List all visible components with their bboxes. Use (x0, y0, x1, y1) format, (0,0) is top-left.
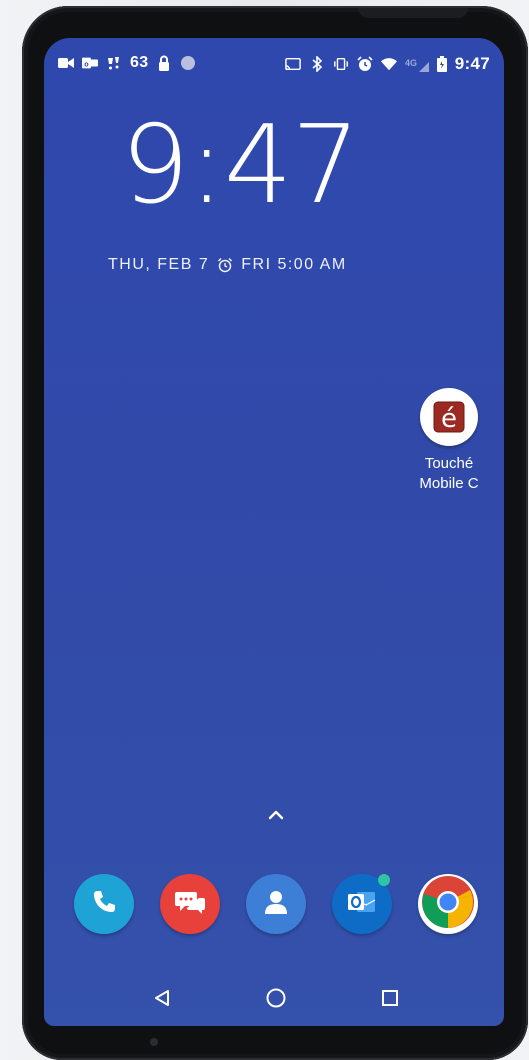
home-button[interactable] (264, 986, 288, 1010)
video-icon (58, 55, 74, 71)
vibrate-icon (333, 56, 349, 72)
outlook-notification-icon: o (82, 55, 98, 71)
alarm-clock-icon (217, 257, 233, 273)
notification-badge-icon (378, 874, 390, 886)
app-drawer-caret-icon[interactable] (266, 808, 286, 822)
outlook-icon (345, 886, 379, 923)
temperature-text: 63 (130, 54, 149, 71)
phone-app-button[interactable] (74, 874, 134, 934)
contacts-app-button[interactable] (246, 874, 306, 934)
phone-icon (88, 886, 120, 923)
battery-icon (436, 56, 447, 72)
navigation-bar (44, 978, 504, 1018)
phone-frame: o 63 4G 9:47 9:47 THU, FEB 7 FRI 5:00 AM… (22, 6, 528, 1060)
4g-lte-icon: 4G (405, 56, 429, 72)
desktop-background: o 63 4G 9:47 9:47 THU, FEB 7 FRI 5:00 AM… (0, 0, 529, 1060)
chrome-app-button[interactable] (418, 874, 478, 934)
chrome-icon (420, 874, 476, 935)
status-time: 9:47 (454, 54, 490, 73)
wifi-icon (380, 56, 397, 72)
svg-text:o: o (84, 61, 89, 69)
recents-button[interactable] (378, 986, 402, 1010)
touche-label-line2: Mobile C (419, 475, 479, 492)
cast-icon (284, 56, 301, 72)
date-alarm-line[interactable]: THU, FEB 7 FRI 5:00 AM (108, 256, 347, 274)
back-icon (155, 990, 169, 1006)
favorites-dock (74, 874, 478, 934)
recents-icon (382, 990, 398, 1006)
contacts-icon (260, 886, 292, 923)
status-bar-right: 4G 9:47 (284, 54, 490, 74)
bluetooth-icon (309, 56, 325, 72)
touche-app-label: Touché Mobile C (414, 454, 484, 494)
outlook-app-button[interactable] (332, 874, 392, 934)
messages-app-button[interactable] (160, 874, 220, 934)
alarm-text: FRI 5:00 AM (241, 256, 347, 273)
bottom-microphone (150, 1038, 158, 1046)
status-bar: o 63 4G 9:47 (44, 38, 504, 88)
home-screen: o 63 4G 9:47 9:47 THU, FEB 7 FRI 5:00 AM… (44, 38, 504, 1026)
status-bar-left: o 63 (58, 54, 196, 72)
svg-text:é: é (441, 404, 457, 434)
home-icon (266, 988, 286, 1008)
touche-app-icon: é (420, 388, 478, 446)
date-text: THU, FEB 7 (108, 256, 210, 273)
voicemail-icon (106, 55, 122, 71)
touche-label-line1: Touché (424, 455, 474, 472)
messages-icon (173, 886, 207, 923)
circle-dot-icon (180, 55, 196, 71)
earpiece (358, 8, 468, 18)
touche-app-shortcut[interactable]: é Touché Mobile C (414, 388, 484, 494)
alarm-icon (357, 56, 373, 72)
back-button[interactable] (150, 986, 174, 1010)
svg-text:4G: 4G (405, 58, 417, 68)
lock-icon (156, 55, 172, 71)
clock-widget-time[interactable]: 9:47 (120, 112, 361, 220)
